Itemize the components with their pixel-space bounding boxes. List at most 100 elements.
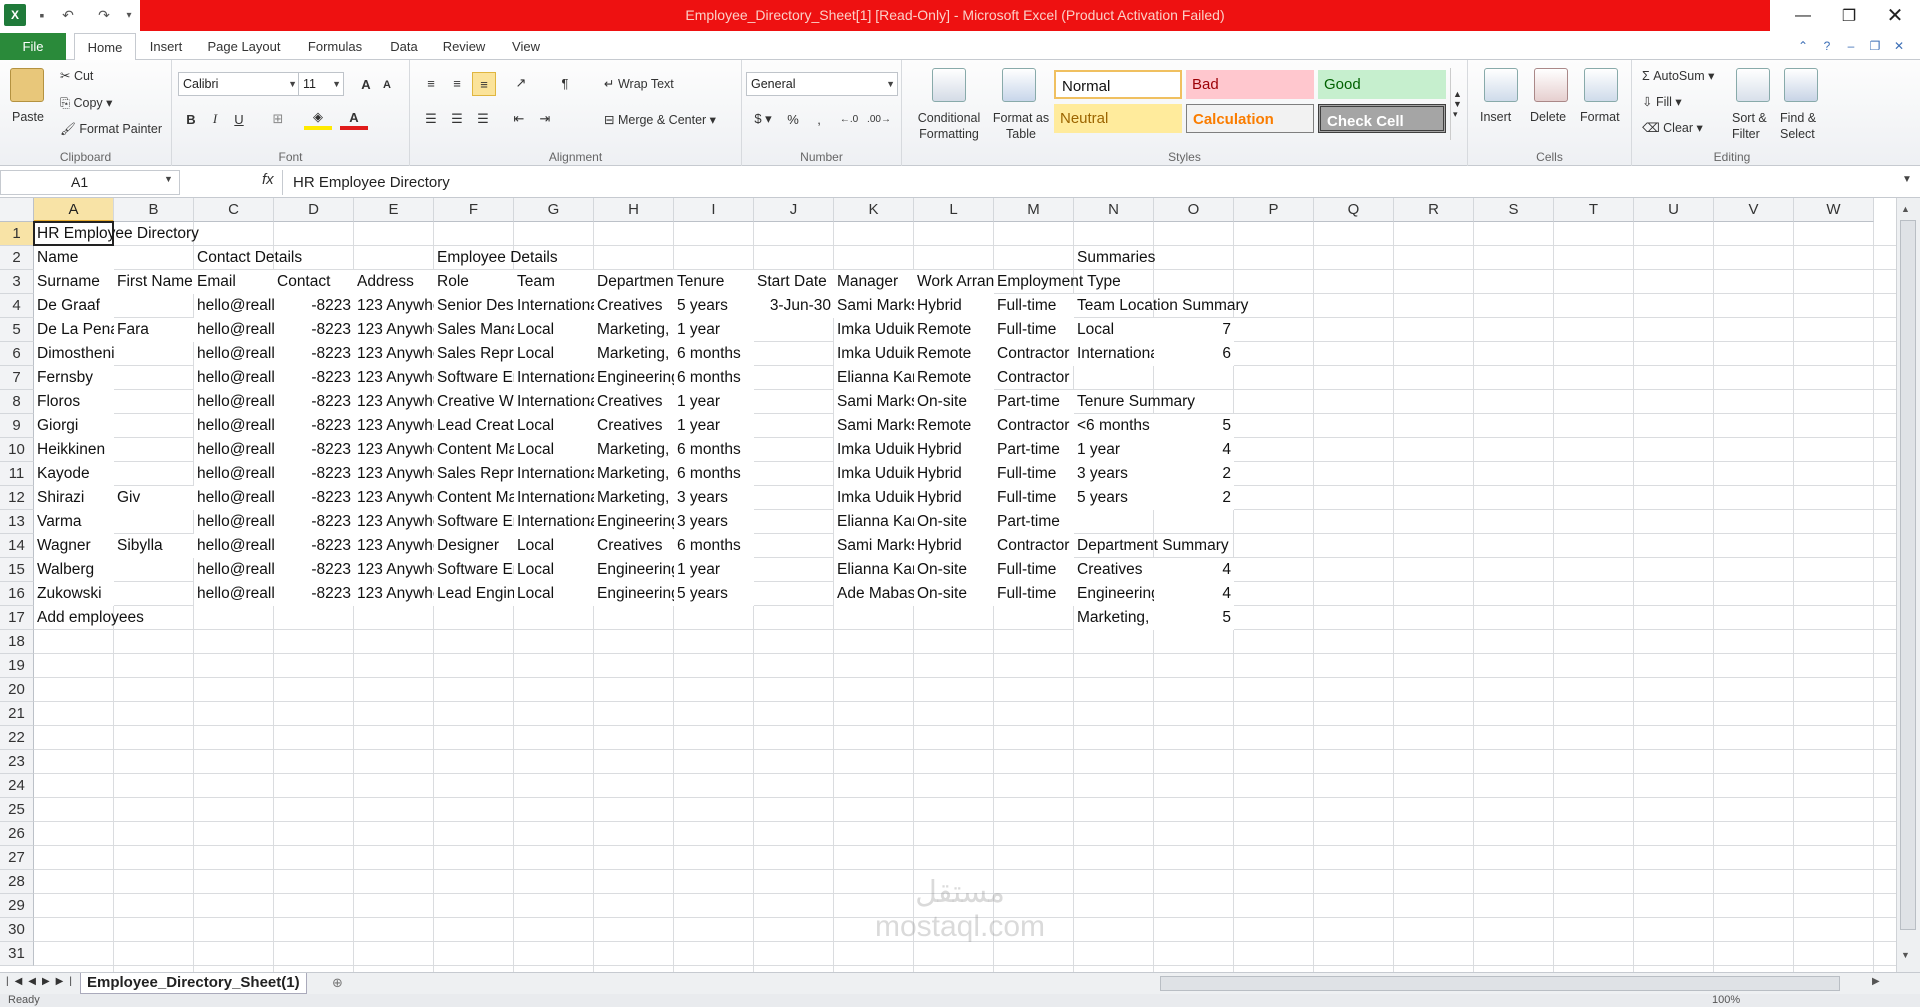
- column-header-t[interactable]: T: [1554, 198, 1634, 222]
- cell-m12[interactable]: Full-time: [994, 486, 1074, 510]
- cell-m15[interactable]: Full-time: [994, 558, 1074, 582]
- cell-a8[interactable]: Floros: [34, 390, 114, 414]
- cell-f7[interactable]: Software Engineer: [434, 366, 514, 390]
- workbook-restore-icon[interactable]: ❐: [1866, 37, 1884, 55]
- cell-l15[interactable]: On-site: [914, 558, 994, 582]
- help-icon[interactable]: ?: [1818, 37, 1836, 55]
- expand-formula-bar-icon[interactable]: ▼: [1902, 174, 1912, 185]
- cell-f8[interactable]: Creative Writer: [434, 390, 514, 414]
- cell-k15[interactable]: Elianna Karim: [834, 558, 914, 582]
- cell-a11[interactable]: Kayode: [34, 462, 114, 486]
- cell-d9[interactable]: -8223: [274, 414, 354, 438]
- cell-g7[interactable]: International: [514, 366, 594, 390]
- align-center-icon[interactable]: ☰: [446, 108, 468, 130]
- cell-c9[interactable]: hello@reallygreatsite.com: [194, 414, 274, 438]
- cell-k3[interactable]: Manager: [834, 270, 914, 294]
- fill-color-icon[interactable]: ◈: [304, 108, 332, 130]
- cell-c16[interactable]: hello@reallygreatsite.com: [194, 582, 274, 606]
- cell-f9[interactable]: Lead Creative: [434, 414, 514, 438]
- row-header-9[interactable]: 9: [0, 414, 34, 438]
- cell-l16[interactable]: On-site: [914, 582, 994, 606]
- cell-m5[interactable]: Full-time: [994, 318, 1074, 342]
- cell-n11[interactable]: 3 years: [1074, 462, 1154, 486]
- cell-g13[interactable]: International: [514, 510, 594, 534]
- cell-m3[interactable]: Employment Type: [994, 270, 1121, 294]
- cell-d10[interactable]: -8223: [274, 438, 354, 462]
- cell-o15[interactable]: 4: [1154, 558, 1234, 582]
- tab-insert[interactable]: Insert: [142, 33, 190, 60]
- cell-m8[interactable]: Part-time: [994, 390, 1074, 414]
- cell-e16[interactable]: 123 Anywhere St.: [354, 582, 434, 606]
- save-icon[interactable]: ▪: [32, 4, 52, 26]
- cell-g12[interactable]: International: [514, 486, 594, 510]
- cell-c15[interactable]: hello@reallygreatsite.com: [194, 558, 274, 582]
- tab-home[interactable]: Home: [74, 33, 136, 61]
- row-header-19[interactable]: 19: [0, 654, 34, 678]
- cell-i5[interactable]: 1 year: [674, 318, 754, 342]
- underline-icon[interactable]: U: [228, 108, 250, 130]
- sort-filter-button[interactable]: Sort & Filter: [1732, 110, 1776, 142]
- column-header-l[interactable]: L: [914, 198, 994, 222]
- column-header-q[interactable]: Q: [1314, 198, 1394, 222]
- cell-h3[interactable]: Department: [594, 270, 674, 294]
- tab-formulas[interactable]: Formulas: [300, 33, 370, 60]
- cell-l3[interactable]: Work Arrangement: [914, 270, 994, 294]
- cell-f11[interactable]: Sales Representative: [434, 462, 514, 486]
- percent-icon[interactable]: %: [782, 108, 804, 130]
- cell-c3[interactable]: Email: [194, 270, 274, 294]
- cell-l4[interactable]: Hybrid: [914, 294, 994, 318]
- cell-k9[interactable]: Sami Marks: [834, 414, 914, 438]
- row-header-8[interactable]: 8: [0, 390, 34, 414]
- cell-i14[interactable]: 6 months: [674, 534, 754, 558]
- cell-n2[interactable]: Summaries: [1074, 246, 1155, 270]
- sheet-tab-employee-directory[interactable]: Employee_Directory_Sheet(1): [80, 973, 307, 994]
- cell-k11[interactable]: Imka Uduike: [834, 462, 914, 486]
- cell-e7[interactable]: 123 Anywhere St.: [354, 366, 434, 390]
- find-select-button[interactable]: Find & Select: [1780, 110, 1828, 142]
- cell-h4[interactable]: Creatives: [594, 294, 674, 318]
- minimize-icon[interactable]: —: [1780, 0, 1826, 31]
- cell-i16[interactable]: 5 years: [674, 582, 754, 606]
- cell-l10[interactable]: Hybrid: [914, 438, 994, 462]
- column-header-g[interactable]: G: [514, 198, 594, 222]
- cell-i7[interactable]: 6 months: [674, 366, 754, 390]
- sheet-nav-icons[interactable]: |◀◀▶▶|: [6, 976, 78, 987]
- column-header-n[interactable]: N: [1074, 198, 1154, 222]
- cell-d14[interactable]: -8223: [274, 534, 354, 558]
- increase-indent-icon[interactable]: ⇥: [534, 108, 556, 130]
- cell-n9[interactable]: <6 months: [1074, 414, 1154, 438]
- cell-f6[interactable]: Sales Representative: [434, 342, 514, 366]
- cell-a10[interactable]: Heikkinen: [34, 438, 114, 462]
- cell-g16[interactable]: Local: [514, 582, 594, 606]
- cell-f2[interactable]: Employee Details: [434, 246, 558, 270]
- cell-e12[interactable]: 123 Anywhere St.: [354, 486, 434, 510]
- column-header-m[interactable]: M: [994, 198, 1074, 222]
- cell-l5[interactable]: Remote: [914, 318, 994, 342]
- clear-button[interactable]: ⌫ Clear ▾: [1642, 120, 1703, 135]
- autosum-button[interactable]: Σ AutoSum ▾: [1642, 68, 1714, 83]
- wrap-text-button[interactable]: ↵ Wrap Text: [604, 76, 674, 91]
- horizontal-scroll-thumb[interactable]: [1160, 976, 1840, 991]
- decrease-indent-icon[interactable]: ⇤: [508, 108, 530, 130]
- cell-e15[interactable]: 123 Anywhere St.: [354, 558, 434, 582]
- row-header-17[interactable]: 17: [0, 606, 34, 630]
- cell-d7[interactable]: -8223: [274, 366, 354, 390]
- cell-k6[interactable]: Imka Uduike: [834, 342, 914, 366]
- paste-icon[interactable]: [10, 68, 44, 102]
- cell-d12[interactable]: -8223: [274, 486, 354, 510]
- cell-c7[interactable]: hello@reallygreatsite.com: [194, 366, 274, 390]
- scroll-down-icon[interactable]: ▼: [1901, 950, 1910, 960]
- cell-o12[interactable]: 2: [1154, 486, 1234, 510]
- cell-m16[interactable]: Full-time: [994, 582, 1074, 606]
- cell-c6[interactable]: hello@reallygreatsite.com: [194, 342, 274, 366]
- cell-m9[interactable]: Contractor: [994, 414, 1074, 438]
- style-calculation[interactable]: Calculation: [1186, 104, 1314, 133]
- cell-f13[interactable]: Software Engineer: [434, 510, 514, 534]
- cell-b5[interactable]: Fara: [114, 318, 194, 342]
- tab-page-layout[interactable]: Page Layout: [204, 33, 284, 60]
- insert-function-icon[interactable]: fx: [262, 171, 274, 188]
- cell-b3[interactable]: First Name: [114, 270, 194, 294]
- cell-n6[interactable]: International: [1074, 342, 1154, 366]
- row-header-10[interactable]: 10: [0, 438, 34, 462]
- increase-decimal-icon[interactable]: ←.0: [836, 108, 862, 130]
